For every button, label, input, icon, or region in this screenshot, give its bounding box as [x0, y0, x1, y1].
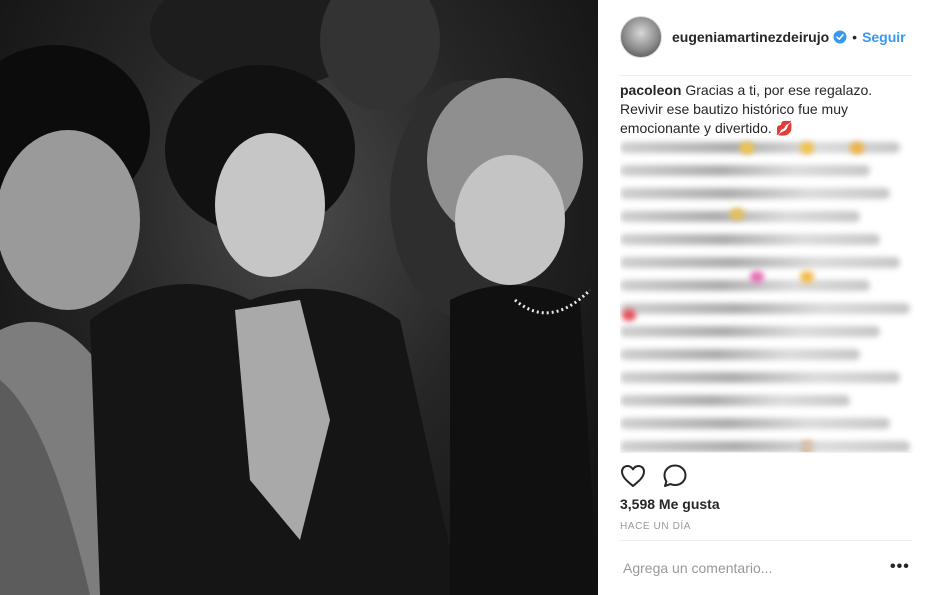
comment-divider [620, 540, 912, 541]
post-timestamp: HACE UN DÍA [620, 521, 692, 532]
blurred-comments [620, 136, 920, 452]
author-username[interactable]: eugeniamartinezdeirujo [672, 29, 829, 45]
likes-count[interactable]: 3,598 Me gusta [620, 496, 720, 512]
post-photo[interactable] [0, 0, 598, 595]
post-actions [620, 462, 704, 490]
header-separator: • [852, 29, 858, 45]
comment-icon[interactable] [662, 463, 688, 489]
avatar[interactable] [620, 16, 662, 58]
verified-badge-icon [833, 30, 847, 44]
post-panel: eugeniamartinezdeirujo • Seguir pacoleon… [598, 0, 934, 595]
heart-icon[interactable] [620, 464, 646, 488]
more-options-icon[interactable]: ••• [890, 558, 910, 576]
post-header: eugeniamartinezdeirujo • Seguir [620, 14, 916, 60]
actions-divider [620, 452, 912, 453]
follow-button[interactable]: Seguir [862, 29, 906, 45]
comment-username[interactable]: pacoleon [620, 82, 681, 98]
photo-illustration [0, 0, 598, 595]
header-divider [620, 75, 912, 76]
add-comment-input[interactable]: Agrega un comentario... [623, 560, 772, 576]
comment: pacoleon Gracias a ti, por ese regalazo.… [620, 81, 912, 138]
